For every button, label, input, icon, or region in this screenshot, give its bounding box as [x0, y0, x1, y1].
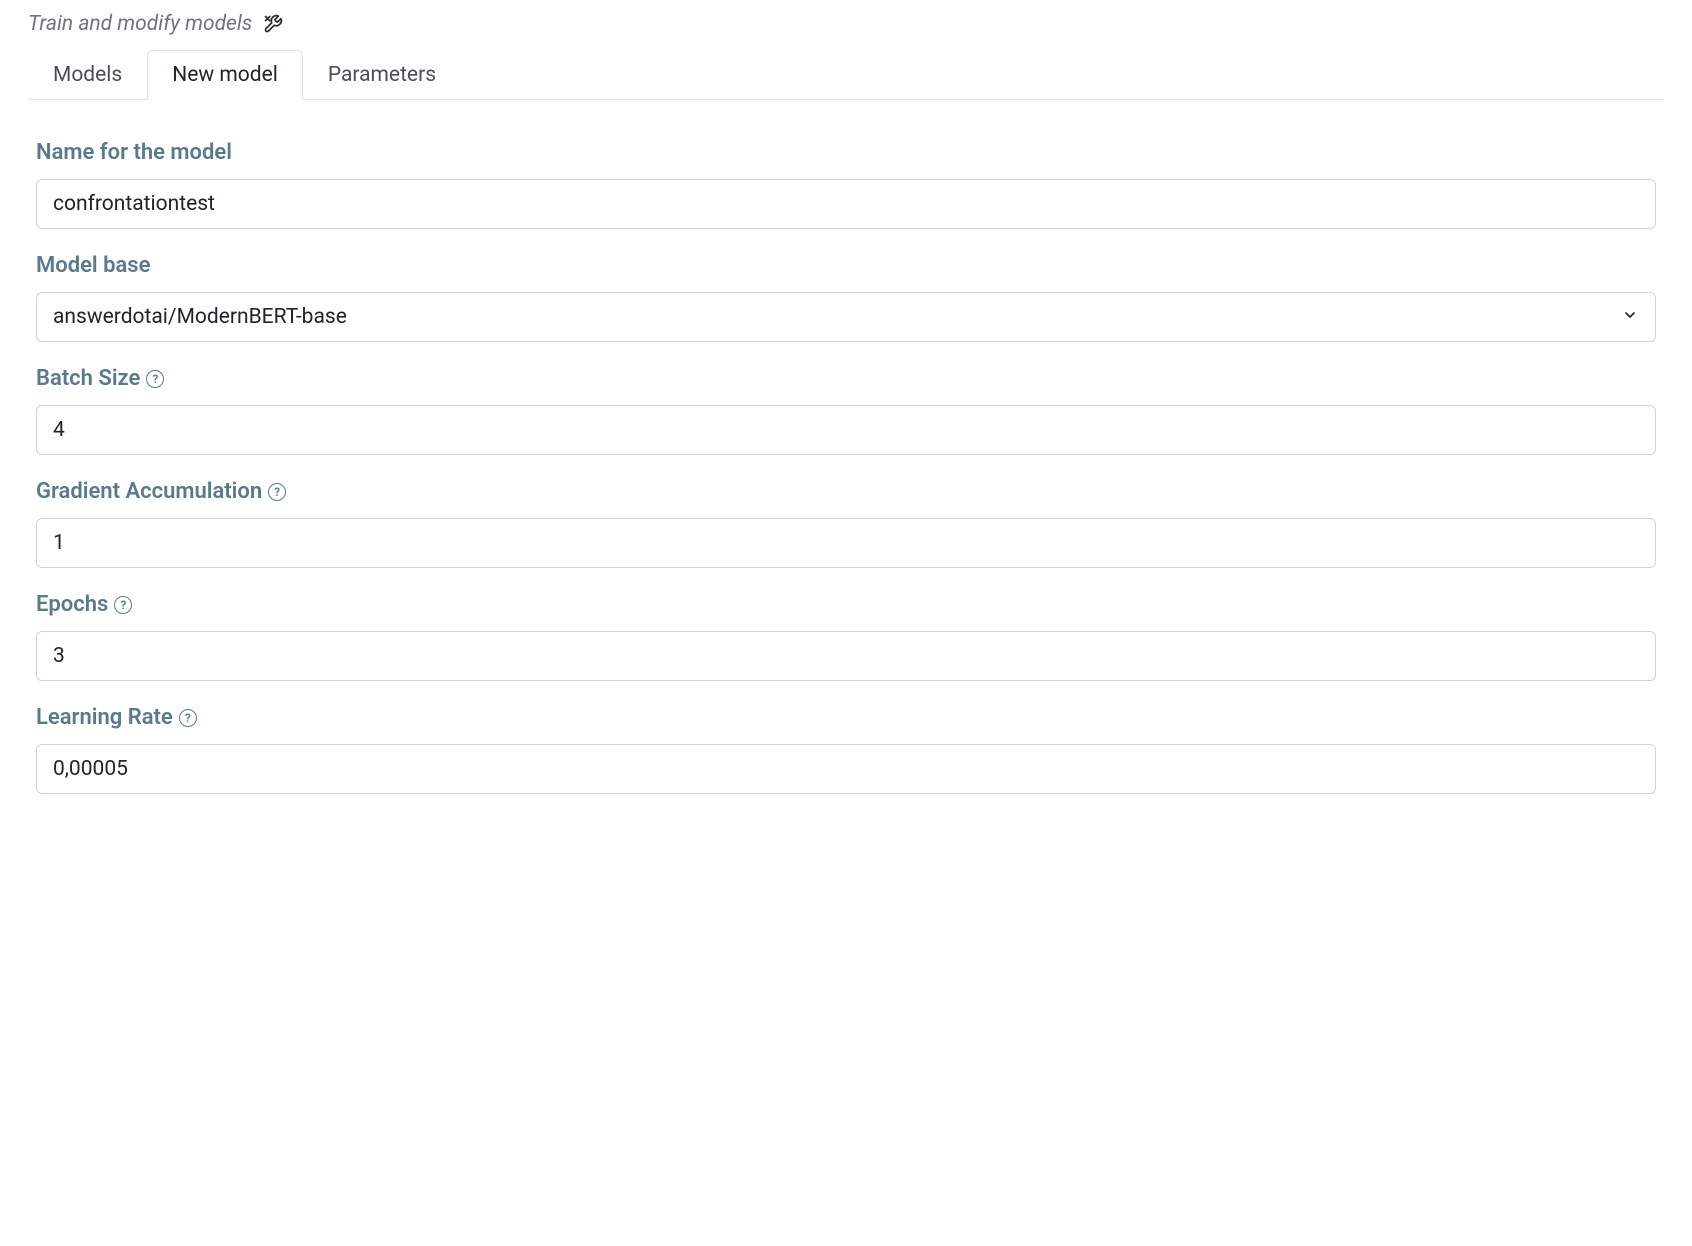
help-icon[interactable]: ? [179, 709, 197, 727]
form-group-learning-rate: Learning Rate ? [36, 705, 1656, 794]
label-text: Epochs [36, 592, 108, 617]
tab-models[interactable]: Models [28, 50, 147, 100]
form-group-batch-size: Batch Size ? [36, 366, 1656, 455]
label-epochs: Epochs ? [36, 592, 1656, 617]
tools-icon [262, 13, 284, 35]
label-text: Gradient Accumulation [36, 479, 262, 504]
form-group-name: Name for the model [36, 140, 1656, 229]
new-model-form: Name for the model Model base answerdota… [28, 140, 1664, 794]
label-model-name: Name for the model [36, 140, 1656, 165]
select-model-base[interactable]: answerdotai/ModernBERT-base [36, 292, 1656, 342]
label-text: Model base [36, 253, 150, 278]
form-group-model-base: Model base answerdotai/ModernBERT-base [36, 253, 1656, 342]
help-icon[interactable]: ? [114, 596, 132, 614]
input-epochs[interactable] [36, 631, 1656, 681]
label-text: Name for the model [36, 140, 232, 165]
input-learning-rate[interactable] [36, 744, 1656, 794]
label-gradient-accumulation: Gradient Accumulation ? [36, 479, 1656, 504]
label-learning-rate: Learning Rate ? [36, 705, 1656, 730]
label-batch-size: Batch Size ? [36, 366, 1656, 391]
tab-new-model[interactable]: New model [147, 50, 303, 100]
page-header: Train and modify models [28, 12, 1664, 36]
input-gradient-accumulation[interactable] [36, 518, 1656, 568]
input-model-name[interactable] [36, 179, 1656, 229]
label-model-base: Model base [36, 253, 1656, 278]
tabs-container: Models New model Parameters [28, 50, 1664, 100]
form-group-gradient-accumulation: Gradient Accumulation ? [36, 479, 1656, 568]
select-wrapper-model-base: answerdotai/ModernBERT-base [36, 292, 1656, 342]
form-group-epochs: Epochs ? [36, 592, 1656, 681]
help-icon[interactable]: ? [146, 370, 164, 388]
tab-parameters[interactable]: Parameters [303, 50, 461, 100]
input-batch-size[interactable] [36, 405, 1656, 455]
page-title: Train and modify models [28, 12, 252, 36]
label-text: Batch Size [36, 366, 140, 391]
label-text: Learning Rate [36, 705, 173, 730]
help-icon[interactable]: ? [268, 483, 286, 501]
